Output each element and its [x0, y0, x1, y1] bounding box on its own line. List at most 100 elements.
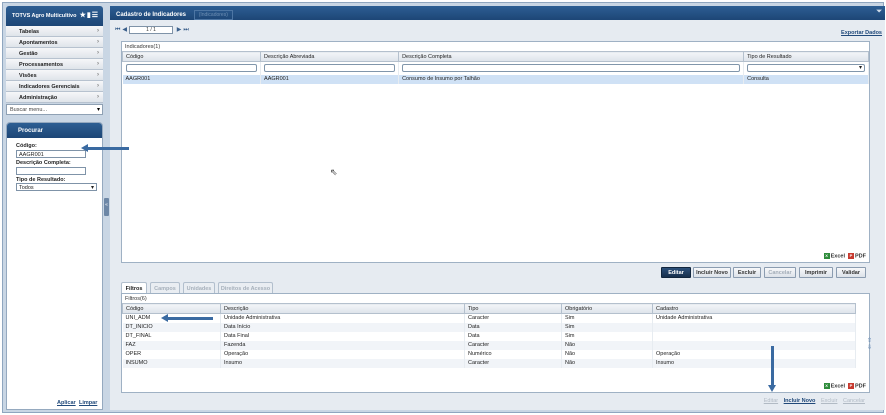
tipo-resultado-select[interactable]: Todos ▾: [16, 183, 97, 191]
cancel-button[interactable]: Cancelar: [764, 267, 796, 278]
indicators-panel: Indicadores(1) Código Descrição Abreviad…: [121, 41, 870, 263]
validate-button[interactable]: Validar: [836, 267, 866, 278]
cell-tipo: Numérico: [464, 349, 562, 359]
cell-codigo: OPER: [122, 349, 221, 359]
descricao-label: Descrição Completa:: [16, 160, 71, 166]
cell-obrigatorio: Não: [561, 358, 653, 368]
column-header-tipo-resultado[interactable]: Tipo de Resultado: [743, 51, 869, 62]
menu-search-input[interactable]: Buscar menu... ▾: [6, 104, 103, 115]
menu-item-visoes[interactable]: Visões ›: [6, 70, 103, 81]
print-button[interactable]: Imprimir: [799, 267, 833, 278]
menu-item-indicadores-gerenciais[interactable]: Indicadores Gerenciais ›: [6, 81, 103, 92]
table-row[interactable]: DT_INICIO Data Início Data Sim: [122, 322, 856, 332]
mouse-cursor-icon: ⇖: [330, 167, 338, 177]
page-input[interactable]: 1 / 1: [129, 26, 174, 34]
tab-campos[interactable]: Campos: [150, 282, 180, 293]
descricao-input[interactable]: [16, 167, 86, 175]
chevron-down-icon[interactable]: ▾: [97, 106, 100, 113]
excel-export-link[interactable]: Excel: [831, 253, 845, 259]
cell-descricao: Unidade Administrativa: [220, 313, 465, 323]
filter-descricao-abreviada-input[interactable]: [264, 64, 396, 73]
column-header-tipo[interactable]: Tipo: [464, 303, 562, 314]
filters-edit-link[interactable]: Editar: [764, 398, 778, 404]
cell-tipo: Caracter: [464, 358, 562, 368]
tab-filtros[interactable]: Filtros: [121, 282, 147, 293]
star-icon[interactable]: ★: [80, 12, 87, 19]
cell-descricao: Data Início: [220, 322, 465, 332]
cell-codigo: DT_INICIO: [122, 322, 221, 332]
cell-tipo-resultado: Consulta: [743, 74, 869, 84]
menu-item-label: Indicadores Gerenciais: [19, 84, 80, 90]
prev-page-icon[interactable]: ◀: [122, 26, 127, 33]
filter-tipo-resultado-select[interactable]: ▾: [747, 64, 865, 73]
column-header-codigo[interactable]: Código: [121, 51, 262, 62]
add-new-button[interactable]: Incluir Novo: [693, 267, 731, 278]
filter-codigo-input[interactable]: [125, 64, 258, 73]
table-row[interactable]: FAZ Fazenda Caracter Não: [122, 340, 856, 350]
indicators-table: Código Descrição Abreviada Descrição Com…: [121, 51, 869, 84]
table-row[interactable]: DT_FINAL Data Final Data Sim: [122, 331, 856, 341]
first-page-icon[interactable]: ⏮: [115, 27, 120, 34]
codigo-input[interactable]: AAGR001: [16, 150, 86, 158]
column-header-descricao-abreviada[interactable]: Descrição Abreviada: [260, 51, 400, 62]
apply-link[interactable]: Aplicar: [57, 400, 76, 406]
last-page-icon[interactable]: ⏭: [183, 27, 188, 34]
filter-descricao-completa-input[interactable]: [402, 64, 741, 73]
tab-direitos-acesso[interactable]: Direitos de Acesso: [218, 282, 273, 293]
collapse-sidebar-handle[interactable]: «: [104, 198, 109, 216]
pdf-export-link[interactable]: PDF: [855, 253, 866, 259]
cell-codigo: FAZ: [122, 340, 221, 350]
cell-descricao: Data Final: [220, 331, 465, 341]
list-icon[interactable]: ☰: [92, 12, 99, 19]
filters-cancel-link[interactable]: Cancelar: [843, 398, 865, 404]
pdf-icon: P: [848, 253, 854, 259]
filters-title: Filtros(6): [125, 296, 147, 302]
next-page-icon[interactable]: ▶: [177, 26, 182, 33]
table-row[interactable]: UNI_ADM Unidade Administrativa Caracter …: [122, 313, 856, 323]
codigo-label: Código:: [16, 143, 37, 149]
delete-button[interactable]: Excluir: [733, 267, 761, 278]
menu-item-label: Tabelas: [19, 29, 40, 35]
cell-cadastro: [652, 322, 856, 332]
filter-icon[interactable]: ⏷: [876, 8, 882, 16]
column-header-codigo[interactable]: Código: [122, 303, 221, 314]
chevron-right-icon: ›: [97, 28, 99, 34]
move-down-icon[interactable]: ⇩: [867, 345, 872, 352]
filters-table: Código Descrição Tipo Obrigatório Cadast…: [122, 303, 856, 368]
menu-item-gestao[interactable]: Gestão ›: [6, 48, 103, 59]
move-up-icon[interactable]: ⇧: [867, 338, 872, 345]
column-header-descricao-completa[interactable]: Descrição Completa: [398, 51, 745, 62]
annotation-arrow-incluir-novo: [768, 346, 776, 392]
cell-codigo: AAGR001: [122, 74, 262, 84]
table-row[interactable]: AAGR001 AAGR001 Consumo de Insumo por Ta…: [122, 74, 869, 84]
cell-tipo: Data: [464, 331, 562, 341]
clear-link[interactable]: Limpar: [79, 400, 97, 406]
column-header-obrigatorio[interactable]: Obrigatório: [561, 303, 653, 314]
export-data-link[interactable]: Exportar Dados: [841, 30, 882, 36]
edit-button[interactable]: Editar: [661, 267, 691, 278]
filters-delete-link[interactable]: Excluir: [821, 398, 838, 404]
menu-item-apontamentos[interactable]: Apontamentos ›: [6, 37, 103, 48]
annotation-arrow-codigo: [81, 144, 129, 152]
indicators-title: Indicadores(1): [125, 44, 161, 50]
column-header-cadastro[interactable]: Cadastro: [652, 303, 856, 314]
menu-item-administracao[interactable]: Administração ›: [6, 92, 103, 103]
cell-tipo: Caracter: [464, 313, 562, 323]
tab-unidades[interactable]: Unidades: [183, 282, 215, 293]
table-row[interactable]: OPER Operação Numérico Não Operação: [122, 349, 856, 359]
column-header-descricao[interactable]: Descrição: [220, 303, 465, 314]
row-move-controls: ⇧ ⇩: [867, 338, 872, 352]
filters-add-new-link[interactable]: Incluir Novo: [784, 398, 816, 404]
pdf-export-link[interactable]: PDF: [855, 383, 866, 389]
menu-item-tabelas[interactable]: Tabelas ›: [6, 26, 103, 37]
app-title: TOTVS Agro Multicultivo: [12, 13, 77, 19]
application-frame: TOTVS Agro Multicultivo ★▮☰ Tabelas › Apo…: [2, 2, 885, 413]
menu-item-label: Visões: [19, 73, 37, 79]
filters-export: X Excel P PDF: [823, 383, 866, 389]
filters-panel: Filtros(6) Código Descrição Tipo Obrigat…: [121, 293, 870, 393]
cell-tipo: Data: [464, 322, 562, 332]
cell-descricao: Insumo: [220, 358, 465, 368]
excel-export-link[interactable]: Excel: [831, 383, 845, 389]
menu-item-processamentos[interactable]: Processamentos ›: [6, 59, 103, 70]
table-row[interactable]: INSUMO Insumo Caracter Não Insumo: [122, 358, 856, 368]
